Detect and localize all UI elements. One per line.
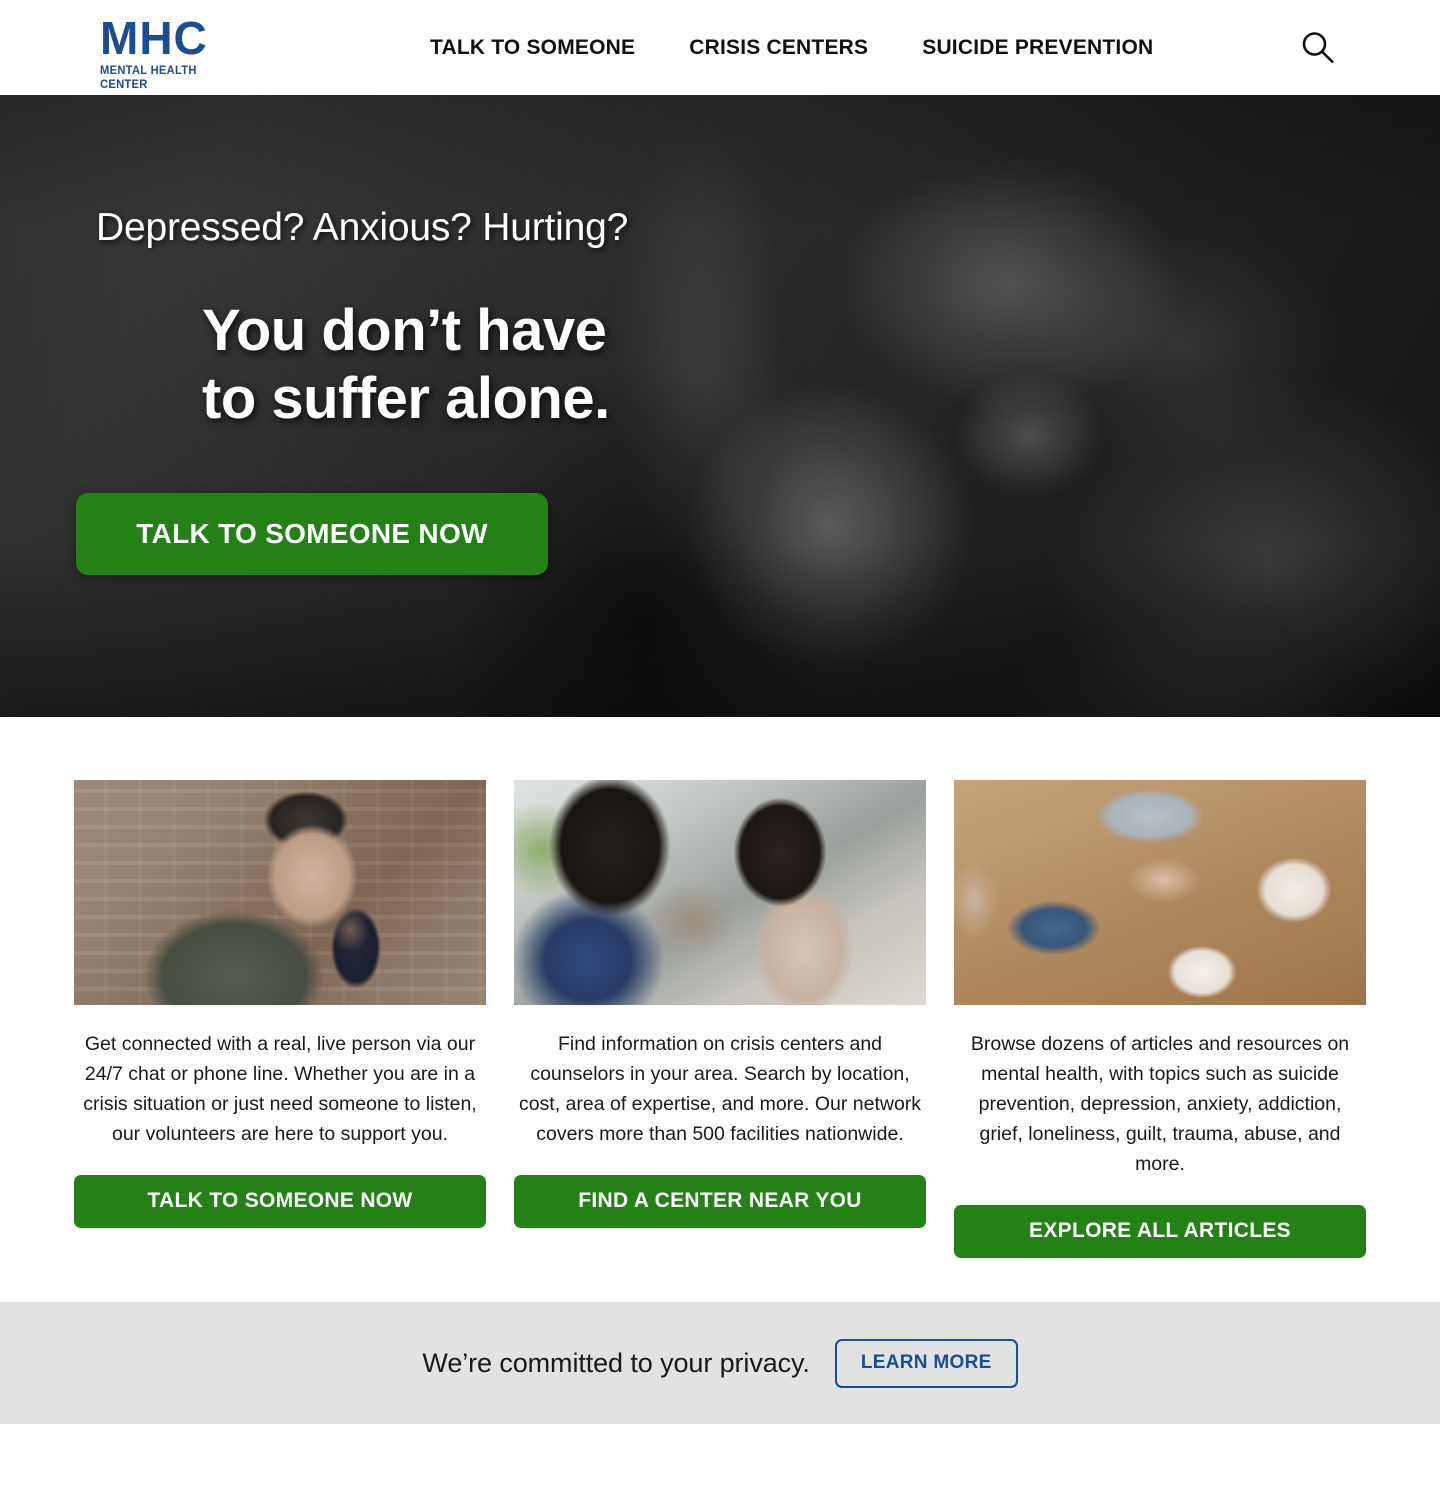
learn-more-button[interactable]: LEARN MORE — [834, 1338, 1018, 1388]
nav-item-crisis-centers[interactable]: CRISIS CENTERS — [689, 36, 868, 60]
privacy-message: We’re committed to your privacy. — [422, 1347, 810, 1378]
site-header: MHC MENTAL HEALTH CENTER TALK TO SOMEONE… — [0, 0, 1440, 95]
nav-item-suicide-prevention[interactable]: SUICIDE PREVENTION — [922, 36, 1153, 60]
privacy-banner: We’re committed to your privacy. LEARN M… — [0, 1302, 1440, 1424]
hero-eyebrow: Depressed? Anxious? Hurting? — [96, 206, 629, 249]
hero-talk-to-someone-now-button[interactable]: TALK TO SOMEONE NOW — [76, 493, 548, 575]
card-image-man-on-phone — [74, 780, 486, 1005]
page-footer-spacer — [0, 1424, 1440, 1486]
search-icon[interactable] — [1300, 30, 1336, 66]
feature-card-centers: Find information on crisis centers and c… — [514, 780, 926, 1258]
find-a-center-near-you-button[interactable]: FIND A CENTER NEAR YOU — [514, 1175, 926, 1228]
hero-content: Depressed? Anxious? Hurting? You don’t h… — [96, 205, 736, 433]
card-description-articles: Browse dozens of articles and resources … — [970, 1033, 1350, 1175]
card-image-hands-coffee-table — [954, 780, 1366, 1005]
search-icon-glyph — [1302, 32, 1334, 64]
logo-subtitle: MENTAL HEALTH CENTER — [100, 65, 197, 91]
site-logo[interactable]: MHC MENTAL HEALTH CENTER — [100, 14, 250, 92]
talk-to-someone-now-button[interactable]: TALK TO SOMEONE NOW — [74, 1175, 486, 1228]
logo-wordmark: MHC — [100, 12, 208, 64]
card-description-talk: Get connected with a real, live person v… — [83, 1033, 477, 1145]
feature-card-articles: Browse dozens of articles and resources … — [954, 780, 1366, 1258]
main-navigation: TALK TO SOMEONE CRISIS CENTERS SUICIDE P… — [430, 0, 1153, 95]
feature-card-talk: Get connected with a real, live person v… — [74, 780, 486, 1258]
hero-section: Depressed? Anxious? Hurting? You don’t h… — [0, 95, 1440, 717]
hero-title: You don’t have to suffer alone. — [202, 297, 736, 433]
feature-cards-row: Get connected with a real, live person v… — [0, 780, 1440, 1258]
nav-item-talk-to-someone[interactable]: TALK TO SOMEONE — [430, 36, 635, 60]
hero-title-line-2: to suffer alone. — [202, 366, 610, 431]
explore-all-articles-button[interactable]: EXPLORE ALL ARTICLES — [954, 1205, 1366, 1258]
feature-cards-section: Get connected with a real, live person v… — [0, 717, 1440, 1258]
card-image-two-women-talking — [514, 780, 926, 1005]
card-description-centers: Find information on crisis centers and c… — [518, 1033, 922, 1145]
hero-title-line-1: You don’t have — [202, 298, 607, 363]
